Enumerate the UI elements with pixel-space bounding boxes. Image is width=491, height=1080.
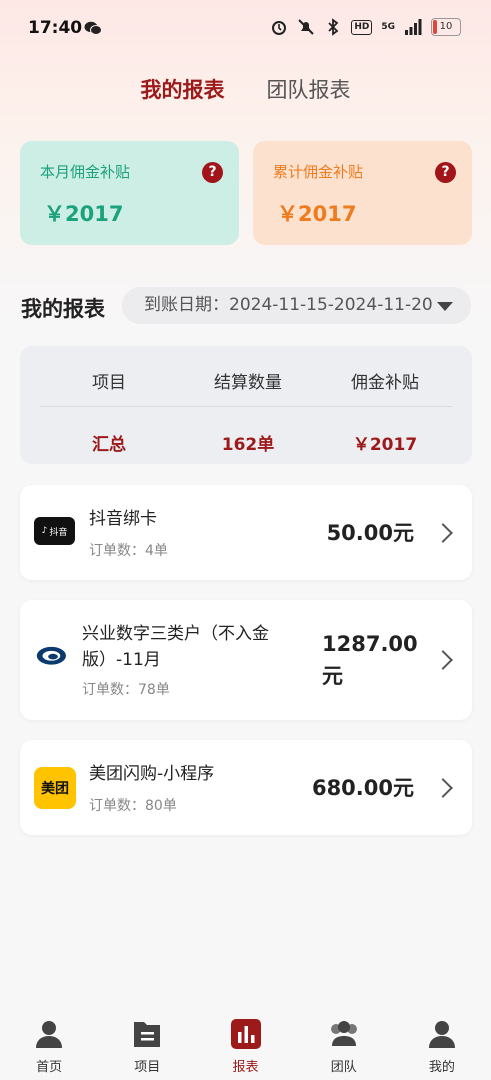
battery-icon: 10 bbox=[431, 18, 461, 36]
item-name: 兴业数字三类户（不入金版）-11月 bbox=[82, 624, 269, 670]
douyin-logo-icon: ♪ 抖音 bbox=[34, 517, 75, 545]
mute-icon bbox=[298, 19, 315, 35]
monthly-commission-value: ￥2017 bbox=[44, 202, 124, 226]
tab-label: 我的 bbox=[428, 1060, 455, 1075]
item-amount: 680.00元 bbox=[311, 776, 414, 800]
cib-bank-logo-icon bbox=[36, 646, 66, 665]
column-header: 结算数量 bbox=[214, 373, 282, 393]
total-commission-value: ￥2017 bbox=[277, 202, 357, 226]
tab-label: 项目 bbox=[134, 1060, 161, 1075]
tab-mine[interactable]: 我的 bbox=[393, 1010, 491, 1080]
bar-chart-icon bbox=[230, 1019, 261, 1049]
tab-label: 首页 bbox=[36, 1060, 63, 1075]
date-range-label: 到账日期：2024-11-15-2024-11-20 bbox=[144, 295, 433, 315]
tab-label: 报表 bbox=[232, 1060, 259, 1075]
summary-table: 项目 结算数量 佣金补贴 汇总 162单 ￥2017 bbox=[20, 346, 472, 464]
monthly-commission-label: 本月佣金补贴 bbox=[40, 163, 131, 181]
item-amount: 50.00元 bbox=[326, 521, 414, 545]
item-order-count: 订单数：80单 bbox=[89, 798, 177, 814]
item-amount: 1287.00元 bbox=[322, 632, 418, 688]
item-order-count: 订单数：4单 bbox=[89, 543, 168, 559]
document-icon bbox=[134, 1022, 161, 1047]
column-header: 项目 bbox=[92, 373, 126, 393]
tab-team[interactable]: 团队 bbox=[295, 1010, 393, 1080]
chevron-right-icon bbox=[433, 523, 453, 543]
summary-total-row: 汇总 162单 ￥2017 bbox=[20, 430, 472, 455]
summary-cell: 汇总 bbox=[92, 435, 126, 455]
bottom-tab-bar: 首页 项目 报表 团队 我的 bbox=[0, 1010, 491, 1080]
divider bbox=[40, 406, 452, 407]
chevron-right-icon bbox=[433, 778, 453, 798]
item-order-count: 订单数：78单 bbox=[82, 682, 170, 698]
status-time: 17:40 bbox=[28, 18, 83, 38]
help-icon[interactable]: ? bbox=[435, 162, 456, 183]
signal-label: 5G bbox=[381, 22, 395, 32]
list-item[interactable]: 美团 美团闪购-小程序 订单数：80单 680.00元 bbox=[20, 740, 472, 835]
signal-icon bbox=[405, 19, 422, 35]
tab-projects[interactable]: 项目 bbox=[98, 1010, 196, 1080]
alarm-icon bbox=[272, 21, 287, 35]
tab-home[interactable]: 首页 bbox=[0, 1010, 98, 1080]
wechat-icon bbox=[84, 21, 102, 35]
help-icon[interactable]: ? bbox=[202, 162, 223, 183]
chevron-right-icon bbox=[433, 650, 453, 670]
list-item[interactable]: 兴业数字三类户（不入金版）-11月 订单数：78单 1287.00元 bbox=[20, 600, 472, 720]
total-commission-card: 累计佣金补贴 ￥2017 ? bbox=[253, 141, 472, 245]
status-bar: 17:40 HD 5G 10 bbox=[0, 0, 491, 56]
date-range-picker[interactable]: 到账日期：2024-11-15-2024-11-20 bbox=[122, 287, 471, 324]
tab-my-report[interactable]: 我的报表 bbox=[141, 74, 225, 104]
tab-label: 团队 bbox=[330, 1060, 357, 1075]
item-name: 美团闪购-小程序 bbox=[89, 764, 215, 784]
item-name: 抖音绑卡 bbox=[89, 509, 157, 529]
meituan-logo-icon: 美团 bbox=[34, 767, 76, 809]
tab-reports[interactable]: 报表 bbox=[196, 1010, 294, 1080]
bluetooth-icon bbox=[328, 18, 339, 36]
hd-badge: HD bbox=[351, 19, 373, 35]
tab-team-report[interactable]: 团队报表 bbox=[267, 74, 351, 104]
summary-cell: 162单 bbox=[221, 435, 275, 455]
list-item[interactable]: ♪ 抖音 抖音绑卡 订单数：4单 50.00元 bbox=[20, 485, 472, 580]
summary-cell: ￥2017 bbox=[352, 435, 418, 455]
profile-icon bbox=[428, 1021, 455, 1048]
total-commission-label: 累计佣金补贴 bbox=[273, 163, 364, 181]
summary-header-row: 项目 结算数量 佣金补贴 bbox=[20, 368, 472, 393]
user-icon bbox=[36, 1021, 63, 1048]
report-tabs: 我的报表 团队报表 bbox=[0, 74, 491, 104]
caret-down-icon bbox=[437, 302, 453, 311]
monthly-commission-card: 本月佣金补贴 ￥2017 ? bbox=[20, 141, 239, 245]
column-header: 佣金补贴 bbox=[351, 373, 419, 393]
team-icon bbox=[330, 1021, 357, 1046]
status-icons: HD 5G 10 bbox=[270, 18, 461, 36]
section-title: 我的报表 bbox=[21, 297, 105, 321]
